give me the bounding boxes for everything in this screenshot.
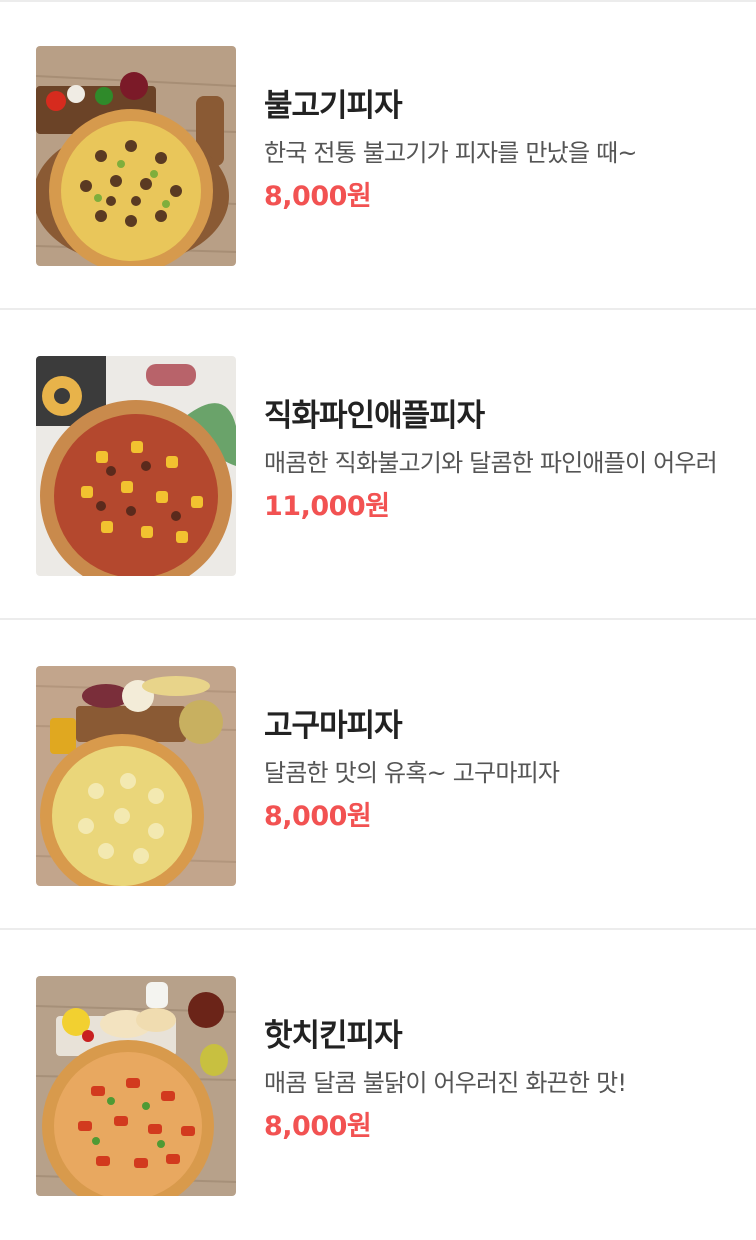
menu-item-price: 11,000원 bbox=[264, 491, 390, 522]
menu-item-name: 고구마피자 bbox=[264, 708, 403, 744]
hot-chicken-pizza-image bbox=[36, 976, 236, 1196]
menu-item-price: 8,000원 bbox=[264, 1111, 372, 1142]
menu-item-description: 매콤한 직화불고기와 달콤한 파인애플이 어우러 bbox=[264, 449, 718, 477]
menu-item-info: 직화파인애플피자 매콤한 직화불고기와 달콤한 파인애플이 어우러 11,000… bbox=[264, 394, 756, 526]
menu-item-price: 8,000원 bbox=[264, 181, 372, 212]
menu-item-hot-chicken-pizza[interactable]: 핫치킨피자 매콤 달콤 불닭이 어우러진 화끈한 맛! 8,000원 bbox=[0, 930, 756, 1240]
menu-item-info: 고구마피자 달콤한 맛의 유혹~ 고구마피자 8,000원 bbox=[264, 704, 756, 836]
menu-item-description: 한국 전통 불고기가 피자를 만났을 때~ bbox=[264, 139, 637, 167]
bulgogi-pizza-image bbox=[36, 46, 236, 266]
menu-item-name: 핫치킨피자 bbox=[264, 1018, 403, 1054]
menu-item-name: 직화파인애플피자 bbox=[264, 398, 485, 434]
menu-item-info: 핫치킨피자 매콤 달콤 불닭이 어우러진 화끈한 맛! 8,000원 bbox=[264, 1014, 756, 1146]
menu-item-description: 달콤한 맛의 유혹~ 고구마피자 bbox=[264, 759, 560, 787]
menu-item-info: 불고기피자 한국 전통 불고기가 피자를 만났을 때~ 8,000원 bbox=[264, 84, 756, 216]
menu-item-name: 불고기피자 bbox=[264, 88, 403, 124]
menu-list: 불고기피자 한국 전통 불고기가 피자를 만났을 때~ 8,000원 직화파인애… bbox=[0, 0, 756, 1238]
menu-item-bulgogi-pizza[interactable]: 불고기피자 한국 전통 불고기가 피자를 만났을 때~ 8,000원 bbox=[0, 0, 756, 310]
pineapple-pizza-image bbox=[36, 356, 236, 576]
sweet-potato-pizza-image bbox=[36, 666, 236, 886]
menu-item-sweet-potato-pizza[interactable]: 고구마피자 달콤한 맛의 유혹~ 고구마피자 8,000원 bbox=[0, 620, 756, 930]
menu-item-description: 매콤 달콤 불닭이 어우러진 화끈한 맛! bbox=[264, 1069, 627, 1097]
menu-item-pineapple-pizza[interactable]: 직화파인애플피자 매콤한 직화불고기와 달콤한 파인애플이 어우러 11,000… bbox=[0, 310, 756, 620]
menu-item-price: 8,000원 bbox=[264, 801, 372, 832]
